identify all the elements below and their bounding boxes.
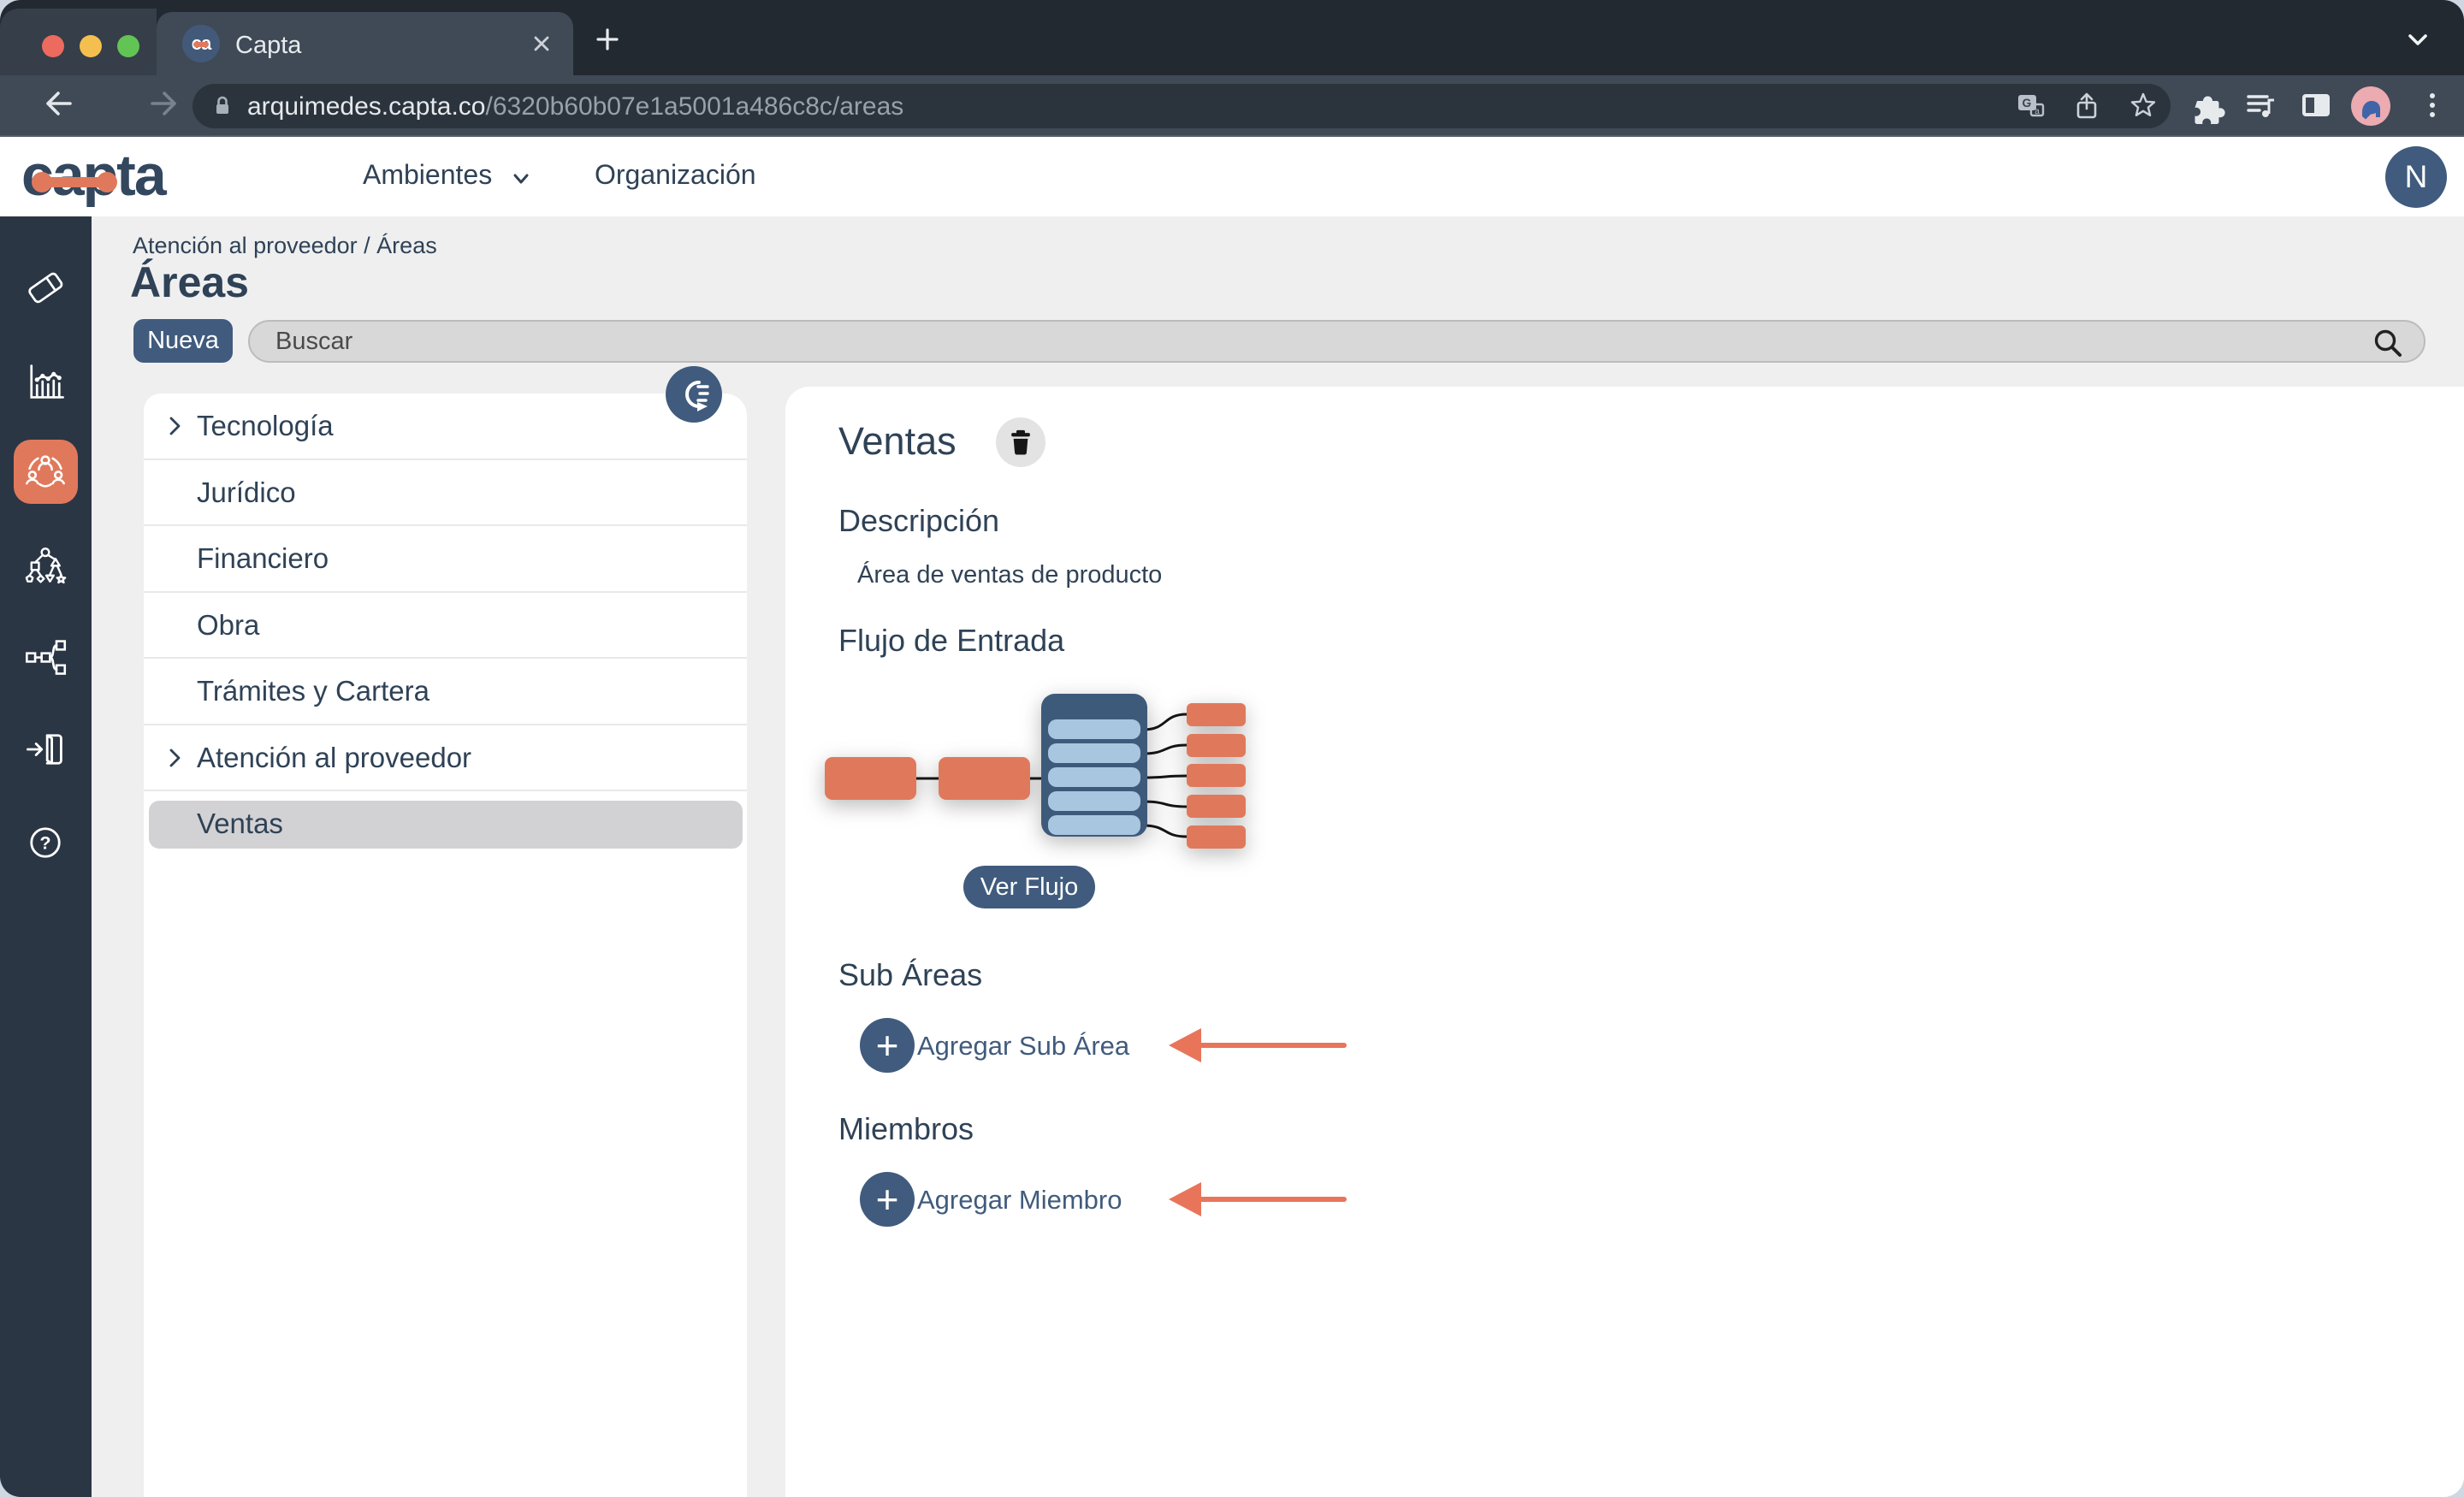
view-flow-button[interactable]: Ver Flujo [963, 866, 1095, 908]
svg-text:a: a [2035, 107, 2040, 116]
new-tab-icon[interactable] [590, 22, 625, 56]
add-member-link[interactable]: Agregar Miembro [917, 1185, 1122, 1216]
capta-logo[interactable]: capta [21, 142, 227, 210]
browser-tab[interactable]: ca Capta [157, 12, 573, 75]
forward-arrow-icon[interactable] [145, 83, 187, 124]
url-text: arquimedes.capta.co/6320b60b07e1a5001a48… [247, 92, 903, 121]
menu-kebab-icon[interactable] [2413, 86, 2452, 125]
search-icon[interactable] [2371, 326, 2405, 360]
add-member-plus-icon[interactable]: + [860, 1172, 915, 1227]
collapse-list-button[interactable] [666, 366, 722, 423]
close-window-button[interactable] [42, 35, 64, 57]
profile-avatar[interactable] [2351, 86, 2390, 126]
search-box [248, 320, 2426, 363]
traffic-light-zone [0, 9, 157, 75]
sidebar-item-help-icon[interactable]: ? [11, 808, 80, 877]
area-list-item-label: Ventas [197, 808, 283, 840]
area-list-item[interactable]: Financiero [144, 526, 747, 593]
subareas-label: Sub Áreas [838, 957, 982, 993]
browser-toolbar: arquimedes.capta.co/6320b60b07e1a5001a48… [0, 75, 2464, 137]
area-list-item[interactable]: Obra [144, 593, 747, 660]
add-subarea-plus-icon[interactable]: + [860, 1018, 915, 1073]
tab-strip: ca Capta [0, 0, 2464, 75]
sidebar-item-flowchart-icon[interactable] [11, 623, 80, 691]
sidebar-item-decision-tree-icon[interactable] [11, 533, 80, 601]
tab-title: Capta [235, 32, 301, 60]
url-bar[interactable]: arquimedes.capta.co/6320b60b07e1a5001a48… [192, 84, 2171, 128]
chevron-right-icon[interactable] [163, 745, 188, 771]
area-list-item-label: Financiero [197, 542, 329, 575]
members-label: Miembros [838, 1111, 974, 1147]
area-list-item[interactable]: Tecnología [144, 393, 747, 460]
new-area-button[interactable]: Nueva [133, 319, 233, 363]
bookmark-star-icon[interactable] [2128, 91, 2159, 121]
user-avatar[interactable]: N [2385, 146, 2447, 208]
url-domain: arquimedes.capta.co [247, 92, 486, 121]
minimize-window-button[interactable] [80, 35, 102, 57]
nav-ambientes[interactable]: Ambientes [363, 159, 492, 191]
nav-organizacion[interactable]: Organización [595, 159, 756, 191]
area-list-item[interactable]: Jurídico [144, 460, 747, 527]
delete-area-button[interactable] [996, 417, 1045, 467]
area-list-item-label: Tecnología [197, 410, 334, 442]
chevron-down-icon [510, 168, 532, 190]
zoom-window-button[interactable] [117, 35, 139, 57]
area-list-item-label: Atención al proveedor [197, 742, 471, 774]
sidebar-item-analytics-chart-icon[interactable] [11, 347, 80, 416]
svg-text:?: ? [39, 832, 50, 854]
sidebar-item-team-network-icon[interactable] [11, 437, 80, 506]
url-path: /6320b60b07e1a5001a486c8c/areas [486, 92, 904, 121]
description-text: Área de ventas de producto [857, 561, 1162, 589]
add-subarea-row: + Agregar Sub Área [785, 1018, 1555, 1073]
share-icon[interactable] [2071, 91, 2102, 121]
areas-list: Tecnología Jurídico Financiero Obra Trám… [144, 393, 747, 1497]
area-list-item-label: Jurídico [197, 476, 296, 509]
area-list-item-label: Obra [197, 609, 259, 642]
lock-icon[interactable] [210, 93, 235, 119]
area-detail-title: Ventas [838, 419, 957, 464]
chevron-right-icon[interactable] [163, 413, 188, 439]
annotation-arrow-left-icon [1169, 1174, 1348, 1225]
add-member-row: + Agregar Miembro [785, 1172, 1555, 1227]
app-header: capta Ambientes Organización N [0, 137, 2464, 216]
search-input[interactable] [275, 324, 2329, 358]
breadcrumb[interactable]: Atención al proveedor / Áreas [133, 233, 437, 259]
annotation-arrow-left-icon [1169, 1020, 1348, 1071]
main-area: ? Atención al proveedor / Áreas Áreas Nu… [0, 216, 2464, 1497]
entry-flow-label: Flujo de Entrada [838, 623, 1064, 659]
add-subarea-link[interactable]: Agregar Sub Área [917, 1031, 1129, 1062]
area-detail-panel: Ventas Descripción Área de ventas de pro… [785, 387, 2464, 1497]
close-tab-icon[interactable] [530, 33, 553, 55]
logo-dumbbell-icon [32, 172, 126, 192]
browser-window: ca Capta arquimedes.c [0, 0, 2464, 1497]
side-panel-icon[interactable] [2296, 86, 2336, 125]
window-chevron-down-icon[interactable] [2401, 22, 2435, 56]
area-list-item[interactable]: Ventas [144, 791, 747, 858]
translate-icon[interactable]: Ga [2015, 91, 2046, 121]
sidebar-item-exit-door-icon[interactable] [11, 715, 80, 784]
app-sidebar: ? [0, 216, 92, 1497]
capta-favicon-icon: ca [182, 25, 220, 62]
extensions-puzzle-icon[interactable] [2187, 86, 2226, 125]
page-title: Áreas [130, 257, 249, 307]
area-list-item-label: Trámites y Cartera [197, 675, 429, 707]
back-arrow-icon[interactable] [36, 83, 77, 124]
media-playlist-icon[interactable] [2242, 86, 2281, 125]
area-list-item[interactable]: Trámites y Cartera [144, 659, 747, 725]
description-label: Descripción [838, 503, 999, 539]
sidebar-item-ticket-icon[interactable] [11, 253, 80, 322]
area-list-item[interactable]: Atención al proveedor [144, 725, 747, 792]
entry-flow-diagram [817, 684, 1249, 852]
